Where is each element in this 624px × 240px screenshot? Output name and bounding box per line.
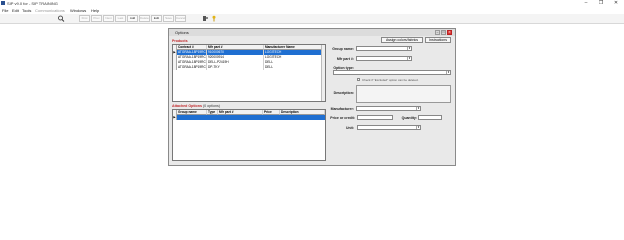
- products-grid: Contract # Mfr part # Manufacturer Name …: [172, 44, 326, 102]
- next-button[interactable]: Next: [103, 15, 114, 22]
- attached-options-grid: Group name Type Mfr part # Price Descrip…: [172, 109, 326, 161]
- close-button[interactable]: ✕: [611, 0, 621, 7]
- chevron-down-icon[interactable]: ▾: [416, 126, 420, 129]
- dialog-minimize-button[interactable]: –: [435, 30, 440, 35]
- attached-options-label: Attached Options (0 options): [172, 104, 220, 108]
- excluded-checkbox[interactable]: [357, 78, 360, 81]
- products-label: Products: [172, 39, 188, 43]
- price-field[interactable]: [357, 115, 393, 120]
- manufacturer-cell: DELL: [264, 65, 322, 70]
- dialog-maximize-button[interactable]: □: [441, 30, 446, 35]
- excluded-note: Check if "Excluded" option can be delete…: [362, 78, 419, 82]
- table-row[interactable]: ATGRAA-18P19RC DP-TKY DELL: [173, 65, 325, 70]
- group-name-label: Group name:: [332, 47, 354, 51]
- unit-label: Unit:: [346, 126, 354, 130]
- description-label: Description:: [333, 91, 354, 95]
- manufacturer-label: Manufacturer:: [330, 107, 354, 111]
- chevron-down-icon[interactable]: ▾: [407, 47, 411, 50]
- row-pointer-icon: ▶: [173, 115, 177, 120]
- chevron-down-icon[interactable]: ▾: [407, 57, 411, 60]
- edit-button[interactable]: Edit: [151, 15, 162, 22]
- attached-options-count: (0 options): [202, 104, 220, 108]
- maximize-button[interactable]: ❐: [596, 0, 606, 7]
- minimize-button[interactable]: –: [581, 0, 591, 7]
- delete-button[interactable]: Delete: [139, 15, 150, 22]
- contract-cell: ATGRAA-18P19RC: [178, 65, 207, 70]
- instructions-button[interactable]: Instructions: [425, 37, 451, 43]
- description-field[interactable]: [356, 85, 451, 103]
- app-icon: [1, 1, 5, 5]
- title-bar: SIP v9.0 for - SIP TRAINING – ❐ ✕: [0, 0, 624, 8]
- save-button[interactable]: Save: [163, 15, 174, 22]
- dialog-close-button[interactable]: ✕: [447, 30, 452, 35]
- products-scrollbar[interactable]: [321, 45, 325, 101]
- group-name-field[interactable]: ▾: [356, 46, 412, 51]
- quantity-field[interactable]: [418, 115, 442, 120]
- dialog-title-bar: Options – □ ✕: [169, 29, 455, 36]
- attached-options-title: Attached Options: [172, 104, 202, 108]
- dialog-title: Options: [175, 30, 189, 35]
- mfr-part-field[interactable]: ▾: [356, 56, 412, 61]
- chevron-down-icon[interactable]: ▾: [416, 107, 420, 110]
- options-dialog: Options – □ ✕ Assign colors/fabrics Inst…: [168, 28, 456, 166]
- search-icon[interactable]: [57, 15, 66, 22]
- cancel-button[interactable]: Cancel: [175, 15, 186, 22]
- price-label: Price or credit:: [330, 116, 355, 120]
- toolbar: First Prev Next Last Add Delete Edit Sav…: [0, 14, 624, 24]
- option-type-field[interactable]: ▾: [333, 70, 451, 75]
- mfr-part-cell: DP-TKY: [207, 65, 264, 70]
- prev-button[interactable]: Prev: [91, 15, 102, 22]
- assign-colors-button[interactable]: Assign colors/fabrics: [381, 37, 423, 43]
- last-button[interactable]: Last: [115, 15, 126, 22]
- table-row[interactable]: ▶: [173, 115, 325, 120]
- key-icon[interactable]: [210, 15, 219, 22]
- mfr-part-label: Mfr part #:: [336, 57, 354, 61]
- window-title: SIP v9.0 for - SIP TRAINING: [7, 1, 58, 6]
- chevron-down-icon[interactable]: ▾: [446, 71, 450, 74]
- first-button[interactable]: First: [79, 15, 90, 22]
- manufacturer-field[interactable]: ▾: [356, 106, 421, 111]
- unit-field[interactable]: ▾: [357, 125, 421, 130]
- add-button[interactable]: Add: [127, 15, 138, 22]
- quantity-label: Quantity:: [401, 116, 417, 120]
